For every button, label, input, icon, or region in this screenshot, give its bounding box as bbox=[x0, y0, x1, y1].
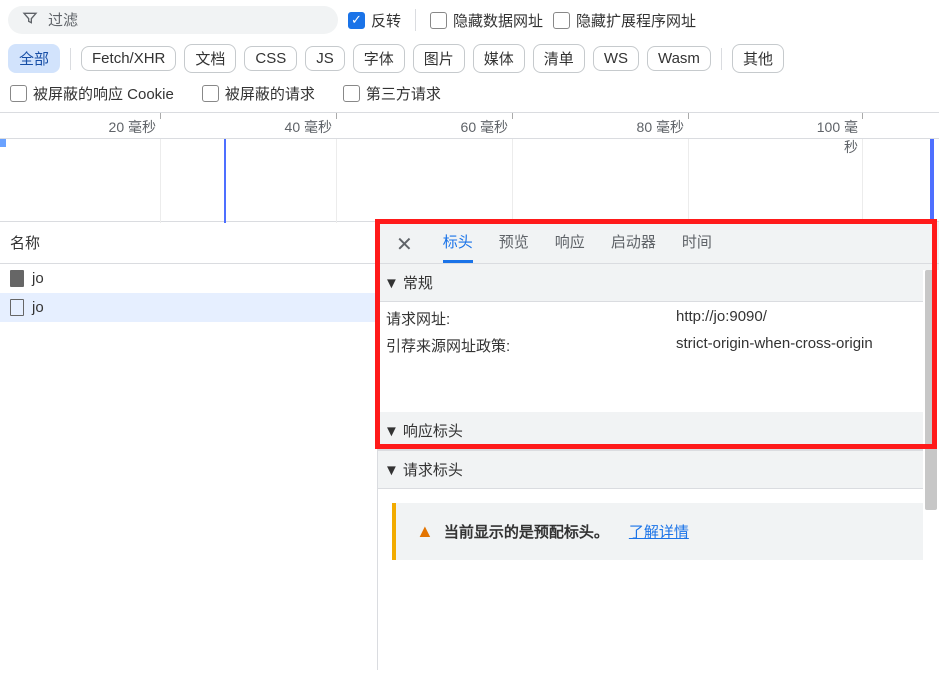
chevron-down-icon: ▼ bbox=[384, 275, 399, 292]
type-tab-js[interactable]: JS bbox=[305, 46, 345, 71]
type-tab-css[interactable]: CSS bbox=[244, 46, 297, 71]
section-response-headers-label: 响应标头 bbox=[403, 423, 463, 440]
hide-ext-label: 隐藏扩展程序网址 bbox=[576, 10, 696, 31]
tab-timing[interactable]: 时间 bbox=[682, 231, 712, 263]
filter-input[interactable] bbox=[46, 11, 324, 30]
tick-label: 80 毫秒 bbox=[632, 117, 684, 137]
timeline-end bbox=[930, 139, 934, 223]
separator bbox=[415, 9, 416, 31]
blocked-req-label: 被屏蔽的请求 bbox=[225, 83, 315, 104]
warning-icon: ▲ bbox=[416, 521, 434, 542]
document-icon bbox=[10, 270, 24, 287]
type-filter-row: 全部 Fetch/XHR 文档 CSS JS 字体 图片 媒体 清单 WS Wa… bbox=[0, 40, 939, 79]
third-party-label: 第三方请求 bbox=[366, 83, 441, 104]
timeline-cursor bbox=[224, 139, 226, 223]
request-name: jo bbox=[32, 299, 44, 316]
tick-label: 20 毫秒 bbox=[104, 117, 156, 137]
chevron-down-icon: ▼ bbox=[384, 423, 399, 440]
blocked-cookies-label: 被屏蔽的响应 Cookie bbox=[33, 83, 174, 104]
invert-label: 反转 bbox=[371, 10, 401, 31]
blocked-cookies-checkbox[interactable]: 被屏蔽的响应 Cookie bbox=[10, 83, 174, 104]
hide-data-label: 隐藏数据网址 bbox=[453, 10, 543, 31]
blocked-req-checkbox[interactable]: 被屏蔽的请求 bbox=[202, 83, 315, 104]
close-icon[interactable]: ✕ bbox=[392, 230, 417, 263]
tab-response[interactable]: 响应 bbox=[555, 231, 585, 263]
tick-label: 40 毫秒 bbox=[280, 117, 332, 137]
filter-input-wrap[interactable] bbox=[8, 6, 338, 34]
section-request-headers[interactable]: ▼请求标头 bbox=[378, 450, 939, 489]
column-header-name[interactable]: 名称 bbox=[0, 222, 377, 264]
warning-text: 当前显示的是预配标头。 bbox=[444, 521, 609, 542]
type-tab-font[interactable]: 字体 bbox=[353, 44, 405, 73]
check-icon bbox=[343, 85, 360, 102]
hide-data-checkbox[interactable]: 隐藏数据网址 bbox=[430, 10, 543, 31]
separator bbox=[721, 48, 722, 70]
type-tab-other[interactable]: 其他 bbox=[732, 44, 784, 73]
request-url-value: http://jo:9090/ bbox=[676, 308, 931, 329]
separator bbox=[70, 48, 71, 70]
provisional-headers-warning: ▲ 当前显示的是预配标头。 了解详情 bbox=[392, 503, 925, 560]
tab-initiator[interactable]: 启动器 bbox=[611, 231, 656, 263]
type-tab-img[interactable]: 图片 bbox=[413, 44, 465, 73]
request-row[interactable]: jo bbox=[0, 293, 377, 322]
check-icon bbox=[202, 85, 219, 102]
detail-pane: ✕ 标头 预览 响应 启动器 时间 ▼常规 请求网址: http://jo:90… bbox=[378, 222, 939, 670]
timeline-body bbox=[0, 139, 939, 223]
filter-icon bbox=[22, 10, 38, 30]
type-tab-wasm[interactable]: Wasm bbox=[647, 46, 711, 71]
check-icon bbox=[10, 85, 27, 102]
type-tab-fetch[interactable]: Fetch/XHR bbox=[81, 46, 176, 71]
scrollbar[interactable] bbox=[923, 270, 939, 670]
scrollbar-thumb[interactable] bbox=[925, 270, 937, 510]
request-list: 名称 jo jo bbox=[0, 222, 378, 670]
check-icon bbox=[553, 12, 570, 29]
referrer-policy-value: strict-origin-when-cross-origin bbox=[676, 335, 931, 356]
type-tab-manifest[interactable]: 清单 bbox=[533, 44, 585, 73]
learn-more-link[interactable]: 了解详情 bbox=[629, 521, 689, 542]
tick-label: 60 毫秒 bbox=[456, 117, 508, 137]
timeline[interactable]: 20 毫秒 40 毫秒 60 毫秒 80 毫秒 100 毫秒 bbox=[0, 112, 939, 222]
type-tab-media[interactable]: 媒体 bbox=[473, 44, 525, 73]
section-request-headers-label: 请求标头 bbox=[403, 462, 463, 479]
detail-tabs: ✕ 标头 预览 响应 启动器 时间 bbox=[378, 222, 939, 264]
timeline-bar bbox=[0, 139, 6, 147]
tab-headers[interactable]: 标头 bbox=[443, 231, 473, 263]
type-tab-ws[interactable]: WS bbox=[593, 46, 639, 71]
invert-checkbox[interactable]: ✓ 反转 bbox=[348, 10, 401, 31]
type-tab-doc[interactable]: 文档 bbox=[184, 44, 236, 73]
request-row[interactable]: jo bbox=[0, 264, 377, 293]
chevron-down-icon: ▼ bbox=[384, 462, 399, 479]
third-party-checkbox[interactable]: 第三方请求 bbox=[343, 83, 441, 104]
request-url-label: 请求网址: bbox=[386, 308, 676, 329]
type-tab-all[interactable]: 全部 bbox=[8, 44, 60, 73]
document-icon bbox=[10, 299, 24, 316]
section-response-headers[interactable]: ▼响应标头 bbox=[378, 412, 939, 450]
referrer-policy-label: 引荐来源网址政策: bbox=[386, 335, 676, 356]
hide-ext-checkbox[interactable]: 隐藏扩展程序网址 bbox=[553, 10, 696, 31]
check-icon bbox=[430, 12, 447, 29]
tab-preview[interactable]: 预览 bbox=[499, 231, 529, 263]
section-general-label: 常规 bbox=[403, 275, 433, 292]
check-icon: ✓ bbox=[348, 12, 365, 29]
timeline-ruler: 20 毫秒 40 毫秒 60 毫秒 80 毫秒 100 毫秒 bbox=[0, 113, 939, 139]
request-name: jo bbox=[32, 270, 44, 287]
section-general[interactable]: ▼常规 bbox=[378, 264, 939, 302]
